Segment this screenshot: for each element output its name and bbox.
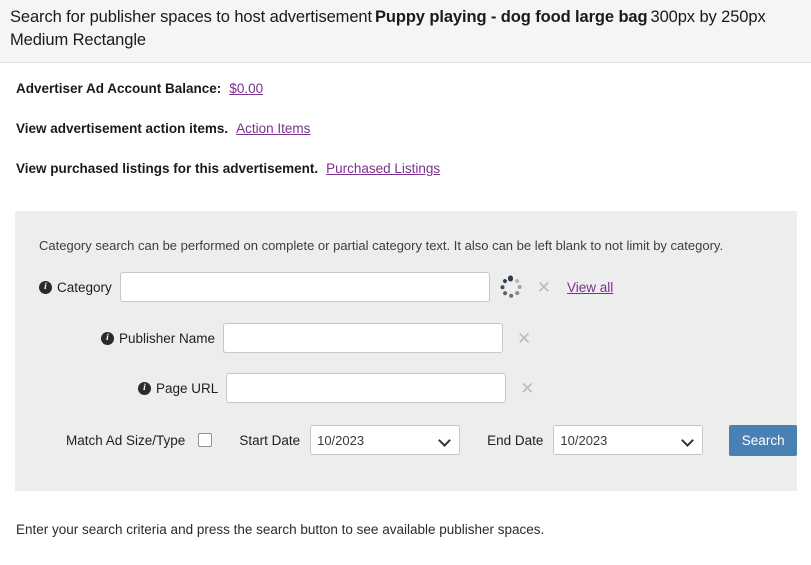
account-info-block: Advertiser Ad Account Balance: $0.00 View… (0, 63, 811, 177)
start-date-select-wrap: 10/2023 (300, 425, 461, 455)
action-items-label: View advertisement action items. (16, 121, 229, 136)
page-url-input[interactable] (226, 373, 507, 403)
start-date-select[interactable]: 10/2023 (310, 425, 461, 455)
account-balance-link[interactable]: $0.00 (229, 81, 263, 96)
search-instructions: Enter your search criteria and press the… (16, 522, 545, 537)
page-url-label: i Page URL (138, 381, 218, 396)
account-balance-line: Advertiser Ad Account Balance: $0.00 (16, 81, 811, 97)
purchased-listings-line: View purchased listings for this adverti… (16, 161, 811, 177)
category-label: i Category (39, 280, 112, 295)
search-panel: Category search can be performed on comp… (15, 211, 797, 491)
match-ad-size-type-checkbox[interactable] (198, 433, 213, 447)
account-balance-label: Advertiser Ad Account Balance: (16, 81, 222, 96)
view-all-categories-link[interactable]: View all (567, 280, 613, 295)
clear-publisher-name-icon[interactable]: ✕ (517, 330, 531, 347)
clear-page-url-icon[interactable]: ✕ (520, 380, 534, 397)
page-header: Search for publisher spaces to host adve… (0, 0, 811, 63)
end-date-label: End Date (487, 432, 544, 448)
match-ad-size-type-label: Match Ad Size/Type (66, 432, 186, 448)
action-items-line: View advertisement action items. Action I… (16, 121, 811, 137)
purchased-listings-label: View purchased listings for this adverti… (16, 161, 319, 176)
end-date-select[interactable]: 10/2023 (553, 425, 704, 455)
page-title-prefix: Search for publisher spaces to host adve… (10, 8, 372, 26)
category-search-note: Category search can be performed on comp… (39, 238, 724, 253)
purchased-listings-link[interactable]: Purchased Listings (326, 161, 440, 176)
search-form: i Category ✕ View all i Publisher Name ✕… (15, 254, 797, 456)
publisher-name-label: i Publisher Name (101, 331, 215, 346)
clear-category-icon[interactable]: ✕ (537, 279, 551, 296)
action-items-link[interactable]: Action Items (236, 121, 310, 136)
publisher-name-row: i Publisher Name ✕ (15, 323, 797, 353)
info-icon[interactable]: i (39, 280, 52, 294)
info-icon[interactable]: i (101, 331, 114, 345)
publisher-name-input[interactable] (223, 323, 504, 353)
loading-spinner-icon (499, 275, 523, 299)
page-url-row: i Page URL ✕ (15, 373, 797, 403)
advertisement-name: Puppy playing - dog food large bag (374, 8, 648, 26)
page-title: Search for publisher spaces to host adve… (10, 6, 801, 52)
category-input[interactable] (119, 272, 490, 302)
info-icon[interactable]: i (138, 381, 151, 395)
category-label-text: Category (57, 279, 112, 295)
start-date-label: Start Date (239, 432, 301, 448)
page-url-label-text: Page URL (156, 380, 219, 396)
publisher-name-label-text: Publisher Name (119, 330, 216, 346)
search-button[interactable]: Search (729, 424, 797, 456)
filters-row: Match Ad Size/Type Start Date 10/2023 En… (15, 424, 797, 456)
end-date-select-wrap: 10/2023 (543, 425, 704, 455)
category-row: i Category ✕ View all (15, 272, 797, 302)
